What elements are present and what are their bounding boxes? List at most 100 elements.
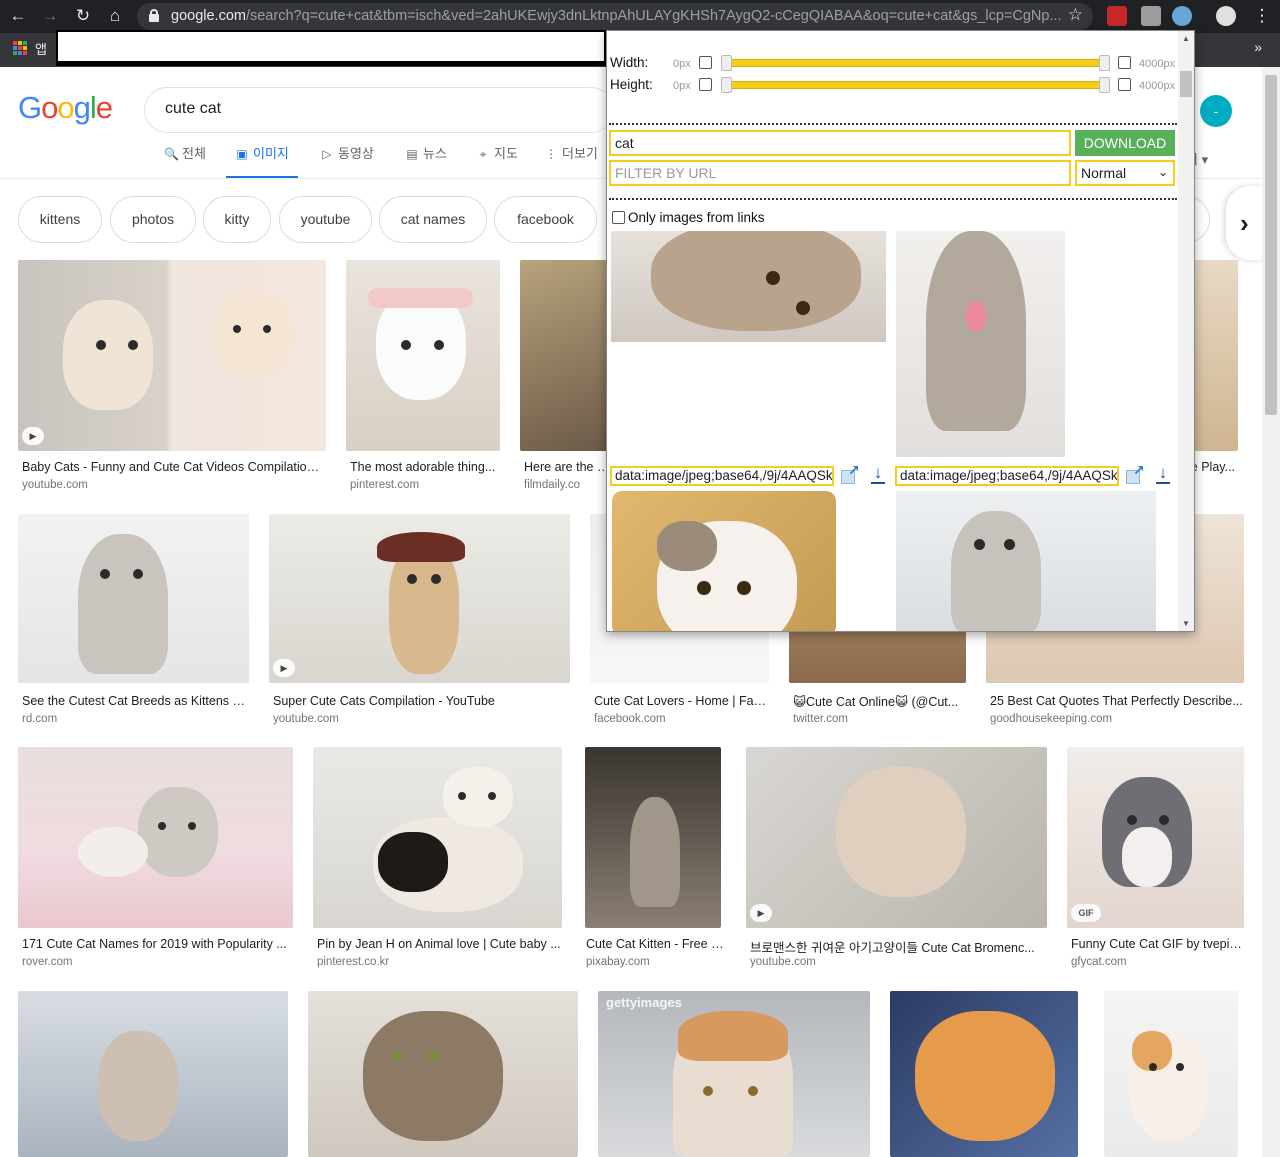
back-arrow-icon[interactable]: ← (6, 4, 30, 28)
bookmark-star-icon[interactable]: ☆ (1068, 5, 1083, 25)
popup-scrollbar-thumb[interactable] (1180, 71, 1192, 97)
height-min-checkbox[interactable] (699, 78, 712, 91)
result-thumbnail[interactable] (308, 991, 578, 1157)
tab-images[interactable]: ▣ 이미지 (226, 143, 298, 179)
scroll-up-icon[interactable]: ▲ (1182, 34, 1190, 43)
download-arrow-icon[interactable]: ↓ (869, 464, 887, 484)
result-title[interactable]: 브로맨스한 귀여운 아기고양이들 Cute Cat Bromenc... (750, 937, 1046, 956)
open-in-new-tab-icon[interactable]: ↗ (1125, 462, 1145, 485)
chip-photos[interactable]: photos (110, 196, 196, 243)
result-title[interactable]: 😺Cute Cat Online😺 (@Cut... (793, 694, 965, 709)
result-source[interactable]: youtube.com (273, 713, 569, 725)
result-source[interactable]: rd.com (22, 713, 248, 725)
filter-by-url-input[interactable]: FILTER BY URL (609, 160, 1071, 186)
result-source[interactable]: filmdaily.co (524, 479, 610, 491)
image-result[interactable]: gettyimages (598, 991, 872, 1157)
result-thumbnail[interactable] (313, 747, 562, 928)
result-source[interactable]: rover.com (22, 956, 292, 968)
image-result[interactable]: 171 Cute Cat Names for 2019 with Popular… (18, 747, 296, 977)
chip-cat-names[interactable]: cat names (379, 196, 487, 243)
tab-videos[interactable]: ▷ 동영상 (320, 143, 374, 179)
result-thumbnail[interactable]: ▶ (746, 747, 1047, 928)
image-result[interactable]: GIF Funny Cute Cat GIF by tvepic... gfyc… (1067, 747, 1245, 977)
forward-arrow-icon[interactable]: → (38, 4, 62, 28)
result-thumbnail[interactable]: ▶ (269, 514, 570, 683)
width-slider[interactable] (721, 55, 1110, 71)
bookmarks-more[interactable]: » (1254, 39, 1262, 55)
result-title[interactable]: Here are the cu (524, 460, 610, 474)
result-source[interactable]: youtube.com (22, 479, 322, 491)
result-title[interactable]: le Play... (1188, 460, 1242, 474)
result-source[interactable]: pinterest.com (350, 479, 498, 491)
page-scrollbar[interactable] (1262, 67, 1280, 1157)
height-max-checkbox[interactable] (1118, 78, 1131, 91)
image-result[interactable] (1098, 991, 1240, 1157)
image-downloader-extension-icon[interactable] (1172, 6, 1192, 26)
result-source[interactable]: goodhousekeeping.com (990, 713, 1244, 725)
google-logo[interactable]: Google (18, 90, 113, 126)
result-thumbnail[interactable] (1104, 991, 1238, 1157)
image-result[interactable]: ▶ Super Cute Cats Compilation - YouTube … (269, 514, 573, 734)
result-title[interactable]: Cute Cat Lovers - Home | Fac... (594, 694, 768, 708)
image-result[interactable] (890, 991, 1080, 1157)
result-title[interactable]: Pin by Jean H on Animal love | Cute baby… (317, 937, 561, 951)
image-result[interactable] (18, 991, 290, 1157)
result-title[interactable]: Funny Cute Cat GIF by tvepic... (1071, 937, 1243, 951)
extension-icon[interactable] (1141, 6, 1161, 26)
chip-facebook[interactable]: facebook (494, 196, 597, 243)
address-bar[interactable]: google.com/search?q=cute+cat&tbm=isch&ve… (137, 3, 1093, 30)
result-thumbnail[interactable] (520, 260, 608, 451)
image-url-field[interactable]: data:image/jpeg;base64,/9j/4AAQSk (895, 466, 1119, 486)
result-source[interactable]: facebook.com (594, 713, 768, 725)
result-thumbnail[interactable] (18, 514, 249, 683)
pdf-extension-icon[interactable] (1107, 6, 1127, 26)
chip-kitty[interactable]: kitty (203, 196, 271, 243)
image-result[interactable]: ▶ 브로맨스한 귀여운 아기고양이들 Cute Cat Bromenc... y… (746, 747, 1050, 977)
result-thumbnail[interactable]: GIF (1067, 747, 1244, 928)
result-thumbnail[interactable]: ▶ (18, 260, 326, 451)
apps-label[interactable]: 앱 (35, 39, 47, 58)
extracted-image[interactable] (896, 231, 1065, 457)
image-result[interactable]: Pin by Jean H on Animal love | Cute baby… (313, 747, 565, 977)
width-min-handle[interactable] (721, 55, 732, 71)
apps-grid-icon[interactable] (13, 41, 27, 55)
menu-dots-icon[interactable]: ⋮ (1250, 4, 1274, 28)
url-text[interactable]: google.com/search?q=cute+cat&tbm=isch&ve… (171, 8, 1061, 24)
result-title[interactable]: The most adorable thing... (350, 460, 498, 474)
reload-icon[interactable]: ↻ (71, 4, 95, 28)
filter-mode-select[interactable]: Normal ⌄ (1075, 160, 1175, 186)
result-title[interactable]: Super Cute Cats Compilation - YouTube (273, 694, 569, 708)
image-result[interactable]: Cute Cat Kitten - Free p... pixabay.com (582, 747, 724, 977)
account-avatar[interactable]: - (1200, 95, 1232, 127)
chip-youtube[interactable]: youtube (279, 196, 372, 243)
chip-kittens[interactable]: kittens (18, 196, 102, 243)
result-source[interactable]: pixabay.com (586, 956, 724, 968)
result-title[interactable]: Cute Cat Kitten - Free p... (586, 937, 724, 951)
height-max-handle[interactable] (1099, 77, 1110, 93)
result-source[interactable]: twitter.com (793, 713, 965, 725)
result-thumbnail[interactable]: gettyimages (598, 991, 870, 1157)
search-input[interactable] (165, 100, 565, 118)
tab-news[interactable]: ▤ 뉴스 (405, 143, 447, 179)
filter-input[interactable]: cat (609, 130, 1071, 156)
open-in-new-tab-icon[interactable]: ↗ (840, 462, 860, 485)
width-max-handle[interactable] (1099, 55, 1110, 71)
tab-more[interactable]: ⋮ 더보기 (544, 143, 598, 179)
image-result[interactable]: ▶ Baby Cats - Funny and Cute Cat Videos … (18, 260, 328, 500)
result-title[interactable]: Baby Cats - Funny and Cute Cat Videos Co… (22, 460, 322, 474)
result-source[interactable]: gfycat.com (1071, 956, 1243, 968)
height-min-handle[interactable] (721, 77, 732, 93)
width-max-checkbox[interactable] (1118, 56, 1131, 69)
height-slider[interactable] (721, 77, 1110, 93)
only-links-label[interactable]: Only images from links (628, 210, 765, 225)
tab-maps[interactable]: ⌖ 지도 (476, 143, 518, 179)
result-title[interactable]: 171 Cute Cat Names for 2019 with Popular… (22, 937, 292, 951)
profile-icon[interactable] (1216, 6, 1236, 26)
image-result[interactable]: Here are the cu filmdaily.co (520, 260, 610, 500)
download-arrow-icon[interactable]: ↓ (1154, 464, 1172, 484)
result-title[interactable]: 25 Best Cat Quotes That Perfectly Descri… (990, 694, 1244, 708)
scroll-down-icon[interactable]: ▼ (1182, 619, 1190, 628)
tab-all[interactable]: 🔍 전체 (164, 143, 206, 179)
result-title[interactable]: See the Cutest Cat Breeds as Kittens | .… (22, 694, 248, 708)
popup-scrollbar[interactable]: ▲ ▼ (1178, 31, 1194, 631)
